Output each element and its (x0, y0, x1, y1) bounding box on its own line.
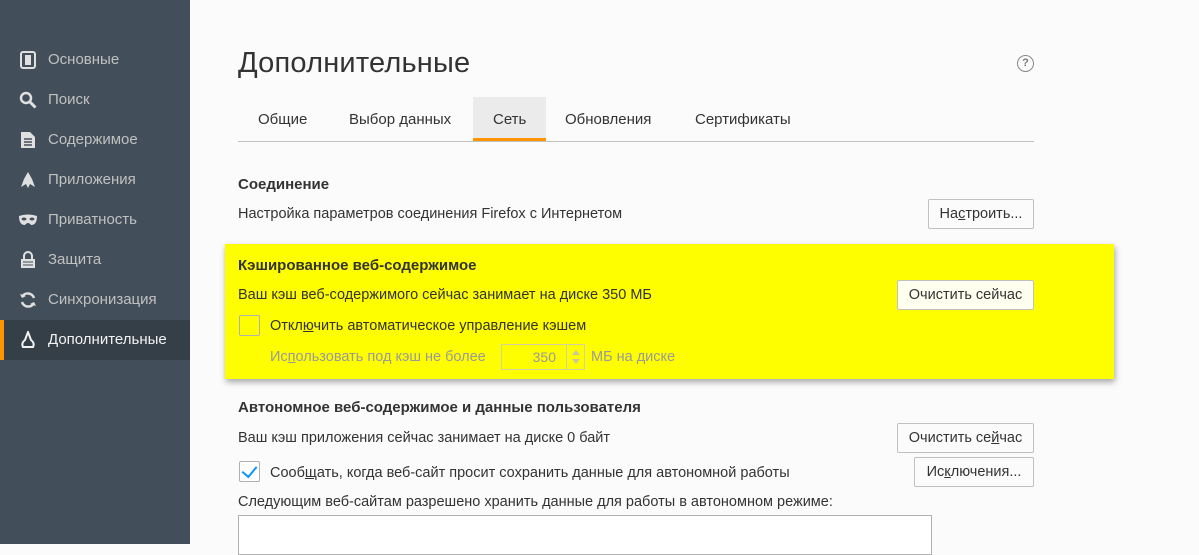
sidebar-item-label: Содержимое (48, 131, 138, 148)
general-icon (18, 50, 38, 70)
button-label-part: час (999, 430, 1023, 446)
label-part: Сооб (270, 465, 305, 481)
sidebar-item-label: Приватность (48, 211, 137, 228)
button-label-part: Ис (926, 464, 945, 480)
sidebar-item-sync[interactable]: Синхронизация (0, 280, 190, 320)
content-icon (18, 130, 38, 150)
offline-usage: Ваш кэш приложения сейчас занимает на ди… (238, 430, 611, 446)
sync-icon (18, 290, 38, 310)
page-title: Дополнительные (238, 47, 471, 79)
button-label-part: На (939, 206, 959, 222)
tab-certificates[interactable]: Сертификаты (675, 97, 811, 140)
sidebar-item-label: Приложения (48, 171, 136, 188)
button-label-part: троить... (965, 206, 1023, 222)
cache-override-checkbox[interactable] (239, 315, 260, 336)
checkmark-icon (241, 461, 258, 479)
offline-sites-label: Следующим веб-сайтам разрешено хранить д… (238, 494, 833, 510)
connection-settings-button[interactable]: Настроить... (928, 199, 1034, 229)
sidebar-item-label: Основные (48, 51, 120, 68)
sidebar-item-search[interactable]: Поиск (0, 80, 190, 120)
offline-notify-label[interactable]: Сообщать, когда веб-сайт просит сохранит… (270, 465, 790, 481)
offline-sites-list[interactable] (238, 515, 932, 555)
label-part: чить автоматическое управление кэшем (313, 318, 587, 334)
offline-exceptions-button[interactable]: Исключения... (914, 457, 1034, 487)
cache-usage: Ваш кэш веб-содержимого сейчас занимает … (238, 287, 652, 303)
sidebar-item-privacy[interactable]: Приватность (0, 200, 190, 240)
sidebar-item-security[interactable]: Защита (0, 240, 190, 280)
cache-size-unit: МБ на диске (591, 349, 676, 365)
sidebar-item-label: Синхронизация (48, 291, 157, 308)
cache-title: Кэшированное веб-содержимое (238, 257, 477, 274)
tab-bar: Общие Выбор данных Сеть Обновления Серти… (238, 97, 1034, 142)
sidebar-item-label: Поиск (48, 91, 90, 108)
tab-general[interactable]: Общие (238, 97, 327, 140)
connection-description: Настройка параметров соединения Firefox … (238, 206, 623, 222)
chevron-down-icon[interactable] (572, 359, 580, 364)
connection-title: Соединение (238, 176, 330, 193)
label-part: Ис (270, 349, 288, 365)
sidebar-item-content[interactable]: Содержимое (0, 120, 190, 160)
privacy-mask-icon (18, 210, 38, 230)
label-part: Откл (270, 318, 303, 334)
sidebar-item-general[interactable]: Основные (0, 40, 190, 80)
security-icon (18, 250, 38, 270)
sidebar-item-label: Дополнительные (48, 331, 167, 348)
sidebar-item-advanced[interactable]: Дополнительные (0, 320, 190, 360)
chevron-up-icon[interactable] (572, 350, 580, 355)
advanced-icon (18, 330, 38, 350)
accesskey: ю (302, 318, 314, 334)
sidebar-item-applications[interactable]: Приложения (0, 160, 190, 200)
accesskey: щ (304, 465, 317, 481)
cache-size-input[interactable]: 350 (501, 344, 567, 370)
label-part: ользовать под кэш не более (295, 349, 486, 365)
sidebar: Основные Поиск Содержимое Приложения При… (0, 0, 190, 544)
tab-network[interactable]: Сеть (473, 97, 547, 141)
cache-size-spinner[interactable] (566, 344, 585, 370)
sidebar-item-label: Защита (48, 251, 102, 268)
cache-override-label[interactable]: Отключить автоматическое управление кэше… (270, 318, 586, 334)
offline-notify-checkbox[interactable] (239, 461, 260, 482)
search-icon (18, 90, 38, 110)
applications-icon (18, 170, 38, 190)
offline-title: Автономное веб-содержимое и данные польз… (238, 399, 641, 416)
tab-data-choices[interactable]: Выбор данных (329, 97, 471, 140)
button-label-part: лючения... (950, 464, 1022, 480)
tab-update[interactable]: Обновления (545, 97, 671, 140)
cache-limit-label: Использовать под кэш не более (270, 349, 486, 365)
clear-cache-button[interactable]: Очистить сейчас (897, 280, 1034, 310)
label-part: ать, когда веб-сайт просит сохранить дан… (316, 465, 790, 481)
accesskey: п (287, 349, 296, 365)
button-label-part: Очистить се (908, 430, 992, 446)
clear-offline-button[interactable]: Очистить сейчас (897, 423, 1034, 453)
help-icon[interactable]: ? (1017, 55, 1034, 72)
